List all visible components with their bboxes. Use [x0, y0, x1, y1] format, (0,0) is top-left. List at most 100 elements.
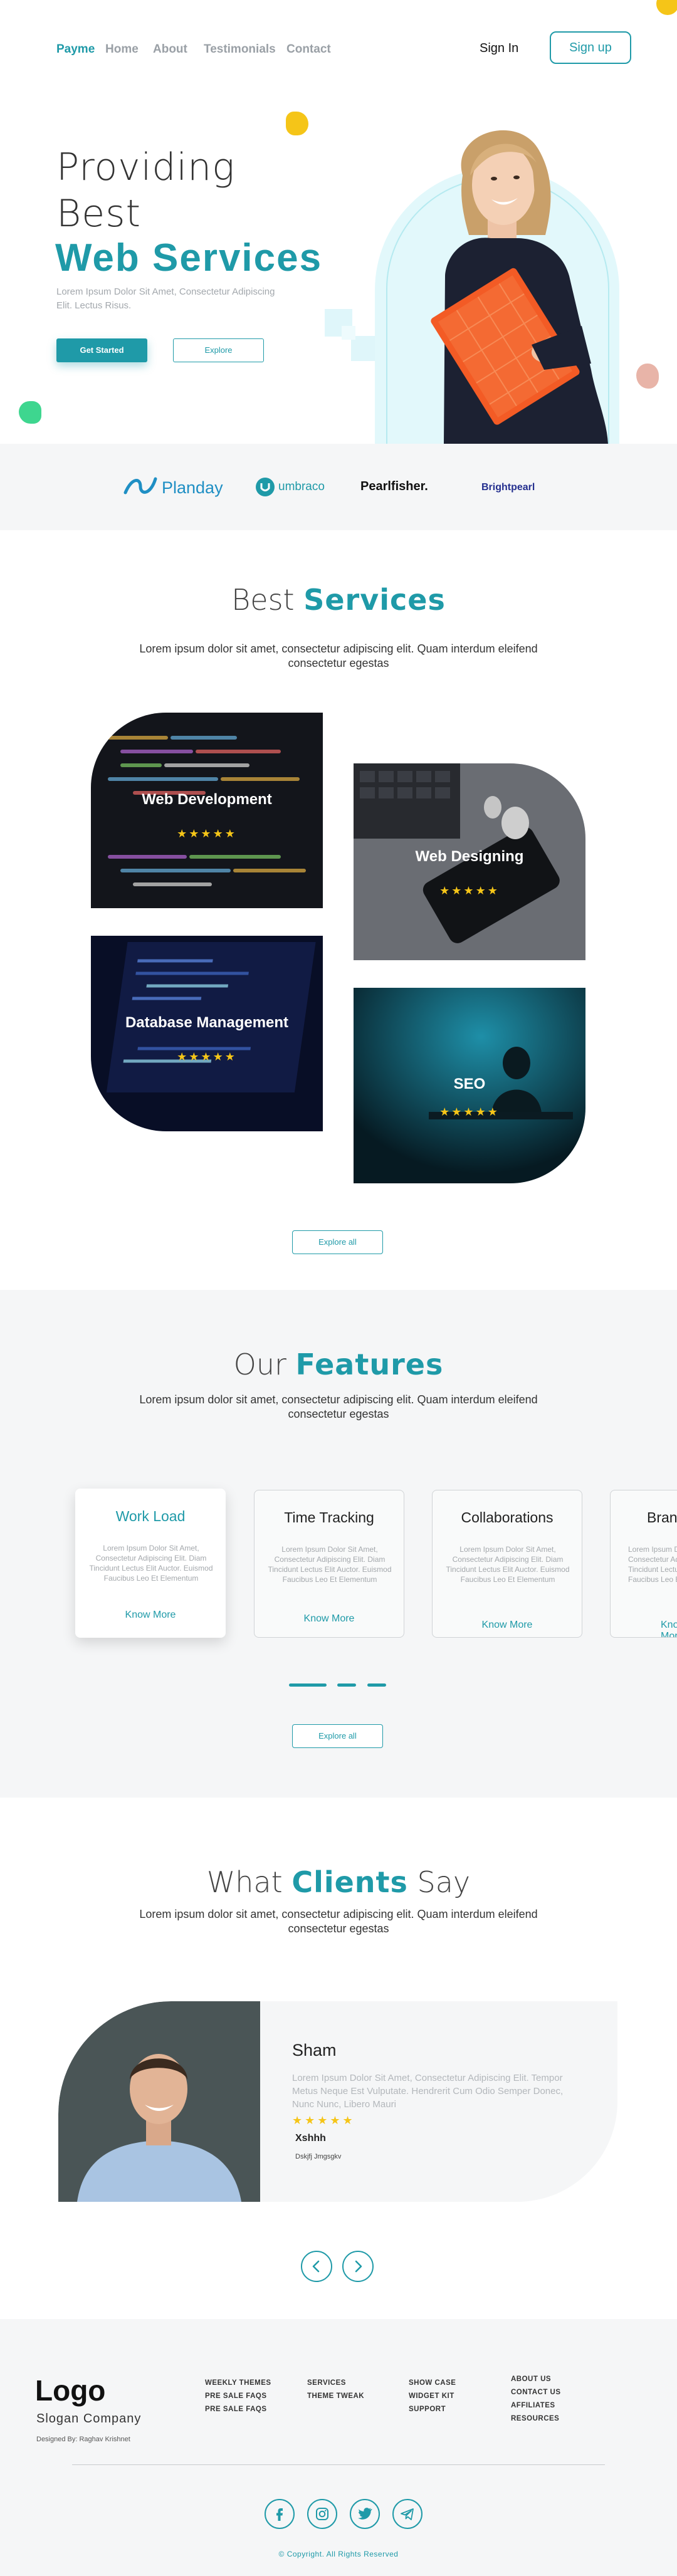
client-name: Sham: [292, 2041, 337, 2060]
footer-designed-by: Designed By: Raghav Krishnet: [36, 2436, 130, 2443]
nav-brand[interactable]: Payme: [56, 43, 95, 56]
feature-card-brand[interactable]: Brand Lorem Ipsum Dolor Sit Amet, Consec…: [610, 1490, 677, 1638]
rating-stars: ★★★★★: [177, 1050, 237, 1063]
service-card-web-designing[interactable]: Web Designing ★★★★★: [354, 763, 585, 960]
prev-testimonial-button[interactable]: [301, 2251, 332, 2282]
feature-text: Lorem Ipsum Dolor Sit Amet, Consectetur …: [268, 1545, 392, 1584]
footer-link[interactable]: SERVICES: [307, 2377, 364, 2390]
hero-woman-image: [431, 130, 608, 444]
nav-link-home[interactable]: Home: [105, 43, 139, 56]
know-more-link[interactable]: Know More: [76, 1610, 225, 1621]
footer-link[interactable]: SHOW CASE: [409, 2377, 456, 2390]
nav-link-contact[interactable]: Contact: [286, 43, 331, 56]
chevron-left-icon: [312, 2260, 320, 2273]
footer-link[interactable]: THEME TWEAK: [307, 2390, 364, 2403]
partner-planday: Planday: [162, 478, 223, 497]
feature-title: Time Tracking: [284, 1509, 374, 1526]
service-card-web-development[interactable]: Web Development ★★★★★: [91, 713, 323, 908]
service-card-seo[interactable]: SEO ★★★★★: [354, 988, 585, 1183]
decor-blob-yellow: [286, 112, 308, 135]
explore-button[interactable]: Explore: [173, 338, 264, 362]
carousel-dot[interactable]: [337, 1683, 356, 1687]
client-signature: Xshhh: [295, 2133, 326, 2144]
carousel-dot-active[interactable]: [289, 1683, 327, 1687]
service-label: Database Management: [125, 1014, 289, 1031]
footer-link[interactable]: CONTACT US: [511, 2386, 561, 2399]
footer-link[interactable]: WEEKLY THEMES: [205, 2377, 271, 2390]
footer-slogan: Slogan Company: [36, 2412, 142, 2426]
signin-link[interactable]: Sign In: [480, 41, 518, 56]
instagram-button[interactable]: [307, 2499, 337, 2529]
chevron-right-icon: [355, 2260, 362, 2273]
feature-text: Lorem Ipsum Dolor Sit Amet, Consectetur …: [89, 1544, 213, 1583]
rating-stars: ★★★★★: [292, 2114, 355, 2127]
twitter-button[interactable]: [350, 2499, 380, 2529]
footer-column-1: WEEKLY THEMES PRE SALE FAQS PRE SALE FAQ…: [205, 2377, 271, 2416]
footer-logo[interactable]: Logo: [35, 2374, 105, 2407]
service-label: Web Development: [142, 791, 272, 808]
feature-card-time-tracking[interactable]: Time Tracking Lorem Ipsum Dolor Sit Amet…: [254, 1490, 404, 1638]
facebook-button[interactable]: [265, 2499, 295, 2529]
twitter-icon: [357, 2508, 372, 2520]
telegram-button[interactable]: [392, 2499, 422, 2529]
testimonial-card: Sham Lorem Ipsum Dolor Sit Amet, Consect…: [58, 2001, 617, 2202]
service-label: Web Designing: [415, 848, 524, 865]
clients-subtitle: Lorem ipsum dolor sit amet, consectetur …: [139, 1908, 538, 1935]
feature-title: Work Load: [115, 1508, 186, 1524]
know-more-link[interactable]: Know More: [433, 1620, 582, 1631]
planday-logo-icon: [123, 477, 157, 495]
client-role: Dskjfj Jmgsgkv: [295, 2153, 342, 2160]
signup-button[interactable]: Sign up: [550, 31, 631, 64]
footer-link[interactable]: WIDGET KIT: [409, 2390, 456, 2403]
features-title: Our Features: [233, 1348, 444, 1381]
service-card-database-management[interactable]: Database Management ★★★★★: [91, 936, 323, 1131]
services-explore-all-button[interactable]: Explore all: [292, 1230, 383, 1254]
decor-blob-pink: [636, 364, 659, 389]
footer-link[interactable]: ABOUT US: [511, 2373, 561, 2386]
footer-link[interactable]: RESOURCES: [511, 2412, 561, 2426]
decor-blob: [656, 0, 677, 15]
hero-title-line1: Providing: [56, 145, 236, 189]
footer-column-4: ABOUT US CONTACT US AFFILIATES RESOURCES: [511, 2373, 561, 2426]
footer-link[interactable]: AFFILIATES: [511, 2399, 561, 2412]
next-testimonial-button[interactable]: [342, 2251, 374, 2282]
partner-umbraco: umbraco: [278, 480, 325, 493]
partners-band: Planday umbraco Pearlfisher. Brightpearl: [0, 444, 677, 530]
service-label: SEO: [453, 1076, 486, 1092]
top-nav: Payme Home About Testimonials Contact Si…: [0, 0, 677, 100]
footer-link[interactable]: SUPPORT: [409, 2403, 456, 2416]
laptop-screen-image: [91, 936, 323, 1131]
feature-card-collaborations[interactable]: Collaborations Lorem Ipsum Dolor Sit Ame…: [432, 1490, 582, 1638]
nav-link-testimonials[interactable]: Testimonials: [204, 43, 276, 56]
feature-text: Lorem Ipsum Dolor Sit Amet, Consectetur …: [628, 1545, 677, 1584]
hero-subtitle: Lorem Ipsum Dolor Sit Amet, Consectetur …: [56, 286, 275, 311]
decor-blob-green: [19, 401, 41, 424]
footer: Logo Slogan Company Designed By: Raghav …: [0, 2319, 677, 2576]
clients-title: What Clients Say: [206, 1865, 471, 1899]
feature-card-work-load[interactable]: Work Load Lorem Ipsum Dolor Sit Amet, Co…: [75, 1489, 226, 1638]
partner-brightpearl: Brightpearl: [481, 482, 535, 493]
rating-stars: ★★★★★: [177, 827, 237, 840]
footer-divider: [72, 2464, 605, 2465]
features-subtitle: Lorem ipsum dolor sit amet, consectetur …: [139, 1393, 538, 1420]
copyright-text: © Copyright. All Rights Reserved: [278, 2550, 399, 2558]
rating-stars: ★★★★★: [439, 884, 500, 897]
carousel-dot[interactable]: [367, 1683, 386, 1687]
get-started-button[interactable]: Get Started: [56, 338, 147, 362]
footer-column-2: SERVICES THEME TWEAK: [307, 2377, 364, 2403]
telegram-icon: [401, 2508, 414, 2520]
umbraco-logo-icon: [256, 478, 275, 496]
footer-link[interactable]: PRE SALE FAQS: [205, 2403, 271, 2416]
rating-stars: ★★★★★: [439, 1106, 500, 1118]
hero-title-line3: Web Services: [55, 236, 323, 280]
feature-title: Brand: [647, 1509, 677, 1526]
footer-link[interactable]: PRE SALE FAQS: [205, 2390, 271, 2403]
features-explore-all-button[interactable]: Explore all: [292, 1724, 383, 1748]
instagram-icon: [316, 2508, 328, 2520]
testimonial-text: Lorem Ipsum Dolor Sit Amet, Consectetur …: [292, 2073, 564, 2110]
decor-square: [342, 326, 355, 340]
know-more-link[interactable]: Know More: [661, 1620, 677, 1637]
know-more-link[interactable]: Know More: [255, 1613, 404, 1625]
nav-link-about[interactable]: About: [153, 43, 187, 56]
client-photo-image: [58, 2001, 260, 2202]
